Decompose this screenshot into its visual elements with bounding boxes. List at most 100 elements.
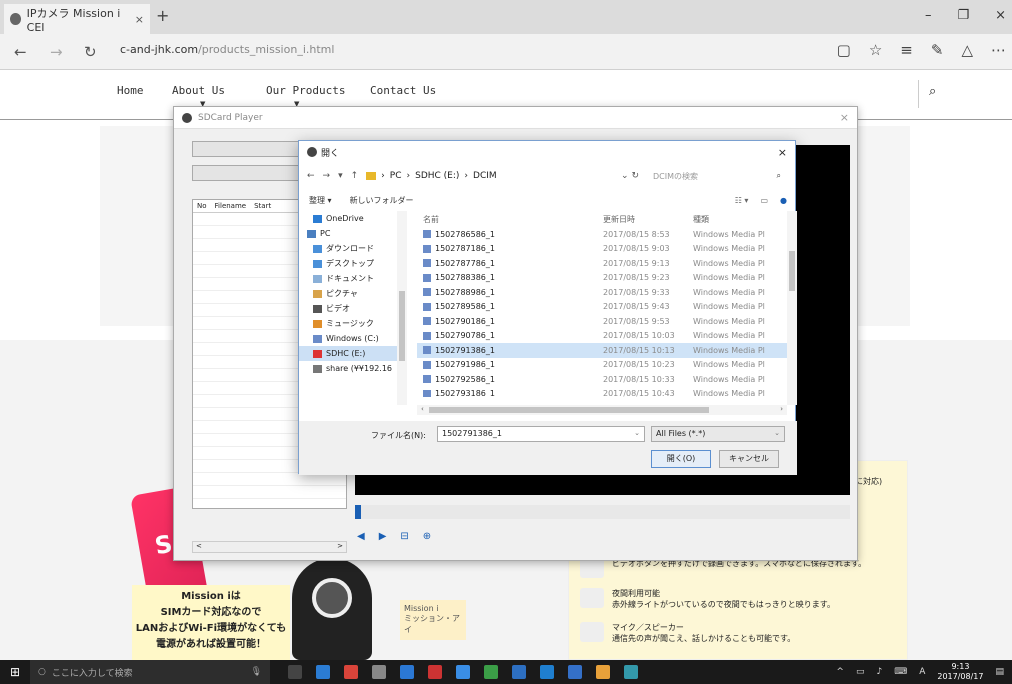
hub-icon[interactable]: ≡ [900,41,913,59]
col-name[interactable]: 名前 [423,214,603,225]
file-row[interactable]: 1502788386_1 2017/08/15 9:23 Windows Media… [417,271,789,286]
tree-item[interactable]: OneDrive [299,211,407,226]
file-row[interactable]: 1502791386_1 2017/08/15 10:13 Windows Medi… [417,343,789,358]
windows-start-icon[interactable]: ⊞ [0,665,30,679]
maximize-button[interactable]: ❐ [957,8,969,23]
rewind-icon[interactable]: ◀ [357,531,365,542]
store-icon[interactable] [344,665,358,679]
reading-view-icon[interactable]: ▢ [837,41,851,59]
file-row[interactable]: 1502789586_1 2017/08/15 9:43 Windows Media… [417,300,789,315]
microphone-icon[interactable]: 🎙 [251,667,262,677]
zoom-out-icon[interactable]: ⊟ [400,531,408,542]
new-folder-button[interactable]: 新しいフォルダー [350,195,414,206]
web-note-icon[interactable]: ✎ [931,41,944,59]
taskbar-search[interactable]: ○ ここに入力して検索 🎙 [30,660,270,684]
organize-button[interactable]: 整理 ▾ [309,195,332,206]
tree-item[interactable]: ピクチャ [299,286,407,301]
chevron-down-icon[interactable]: ⌄ [634,429,640,437]
player-list-scrollbar[interactable]: < > [192,541,347,553]
dialog-search-input[interactable]: DCIMの検索 ⌕ [647,168,787,184]
cancel-button[interactable]: キャンセル [719,450,779,468]
dialog-close-icon[interactable]: × [778,146,787,159]
new-tab-button[interactable]: + [156,6,169,25]
app-icon[interactable] [372,665,386,679]
player-close-icon[interactable]: × [840,111,849,124]
address-dropdown-icon[interactable]: ⌄ ↻ [621,171,639,181]
file-row[interactable]: 1502786586_1 2017/08/15 8:53 Windows Media… [417,227,789,242]
file-row[interactable]: 1502787786_1 2017/08/15 9:13 Windows Media… [417,256,789,271]
app-icon[interactable] [568,665,582,679]
task-view-icon[interactable] [288,665,302,679]
file-hscroll-thumb[interactable] [429,407,709,413]
tree-item[interactable]: ドキュメント [299,271,407,286]
app-icon[interactable] [484,665,498,679]
tree-item[interactable]: SDHC (E:) [299,346,407,361]
breadcrumb[interactable]: › PC › SDHC (E:) › DCIM [366,171,497,181]
tree-item[interactable]: デスクトップ [299,256,407,271]
up-arrow-icon[interactable]: ↑ [351,171,359,181]
file-row[interactable]: 1502790186_1 2017/08/15 9:53 Windows Media… [417,314,789,329]
network-icon[interactable]: ▭ [856,667,865,677]
file-row[interactable]: 1502787186_1 2017/08/15 9:03 Windows Media… [417,242,789,257]
play-icon[interactable]: ▶ [379,531,387,542]
ime-indicator[interactable]: A [919,667,925,677]
file-list[interactable]: 名前 更新日時 種類 1502786586_1 2017/08/15 8:53 Wi… [417,211,789,397]
seek-knob[interactable] [355,505,361,519]
tree-item[interactable]: Windows (C:) [299,331,407,346]
minimize-button[interactable]: – [925,8,932,23]
chevron-down-icon[interactable]: ⌄ [774,429,780,437]
app-icon[interactable] [400,665,414,679]
tab-close-icon[interactable]: × [135,13,144,26]
close-button[interactable]: × [995,8,1006,23]
scroll-left-icon[interactable]: ‹ [421,405,424,415]
share-icon[interactable]: △ [961,41,973,59]
tree-scroll-thumb[interactable] [399,291,405,361]
list-item[interactable] [193,486,346,499]
edge-icon[interactable] [316,665,330,679]
app-icon[interactable] [428,665,442,679]
preview-pane-icon[interactable]: ▭ [760,196,768,205]
view-options-icon[interactable]: ☷ ▾ [735,196,749,205]
scroll-right-icon[interactable]: > [337,542,343,552]
breadcrumb-pc[interactable]: PC [390,171,402,181]
zoom-in-icon[interactable]: ⊕ [423,531,431,542]
forward-arrow-icon[interactable]: → [50,43,63,61]
nav-our-products[interactable]: Our Products [266,84,345,97]
file-scroll-thumb[interactable] [789,251,795,291]
col-type[interactable]: 種類 [693,214,789,225]
back-arrow-icon[interactable]: ← [307,171,315,181]
scroll-left-icon[interactable]: < [196,542,202,552]
app-icon[interactable] [624,665,638,679]
site-search-icon[interactable]: ⌕ [918,80,968,108]
app-icon[interactable] [456,665,470,679]
app-icon[interactable] [512,665,526,679]
breadcrumb-dcim[interactable]: DCIM [473,171,497,181]
file-row[interactable]: 1502793186_1 2017/08/15 10:43 Windows Medi… [417,387,789,397]
taskbar-clock[interactable]: 9:13 2017/08/17 [937,662,983,682]
nav-about-us[interactable]: About Us [172,84,225,97]
refresh-icon[interactable]: ↻ [84,43,97,61]
back-arrow-icon[interactable]: ← [14,43,27,61]
col-date[interactable]: 更新日時 [603,214,693,225]
volume-icon[interactable]: ♪ [876,667,882,677]
recent-dropdown-icon[interactable]: ▾ [338,171,343,181]
tree-item[interactable]: share (¥¥192.16 [299,361,407,376]
more-icon[interactable]: ⋯ [991,41,1006,59]
keyboard-icon[interactable]: ⌨ [894,667,907,677]
navigation-tree[interactable]: OneDrive PC ダウンロード デスクトップ ドキュメント ピクチャ ビデオ ミュージッ… [299,211,407,405]
breadcrumb-sdhc[interactable]: SDHC (E:) [415,171,459,181]
open-button[interactable]: 開く(O) [651,450,711,468]
file-list-scrollbar[interactable] [787,211,797,405]
filetype-select[interactable]: All Files (*.*) ⌄ [651,426,785,442]
nav-contact-us[interactable]: Contact Us [370,84,436,97]
file-row[interactable]: 1502791986_1 2017/08/15 10:23 Windows Medi… [417,358,789,373]
seek-bar[interactable] [355,505,850,519]
notification-icon[interactable]: ▤ [995,667,1004,677]
address-field[interactable]: c-and-jhk.com/products_mission_i.html [120,43,334,56]
tree-item[interactable]: ダウンロード [299,241,407,256]
scroll-right-icon[interactable]: › [780,405,783,415]
file-list-hscrollbar[interactable]: ‹ › [417,405,787,415]
nav-home[interactable]: Home [117,84,144,97]
file-row[interactable]: 1502790786_1 2017/08/15 10:03 Windows Medi… [417,329,789,344]
tree-item[interactable]: ビデオ [299,301,407,316]
